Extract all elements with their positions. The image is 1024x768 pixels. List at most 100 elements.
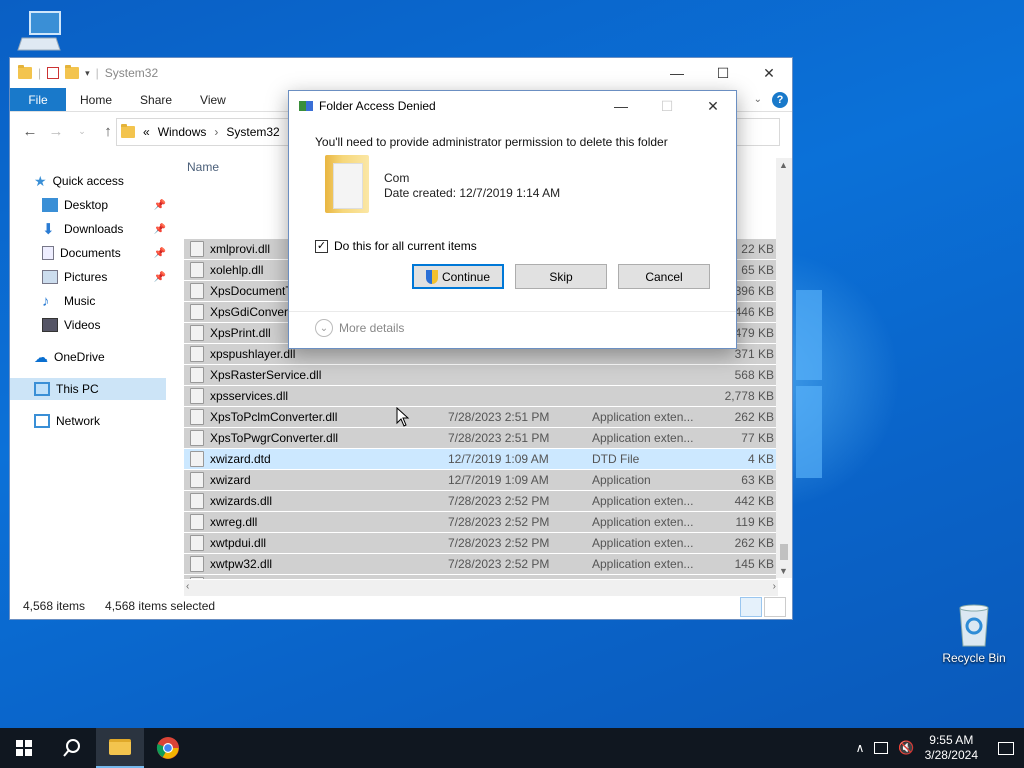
window-title: System32 bbox=[104, 66, 159, 80]
breadcrumb-windows[interactable]: Windows bbox=[158, 125, 207, 139]
clock[interactable]: 9:55 AM 3/28/2024 bbox=[925, 733, 978, 763]
folder-name: Com bbox=[384, 171, 410, 185]
tab-share[interactable]: Share bbox=[126, 88, 186, 111]
file-name: xwizard bbox=[210, 473, 251, 487]
scroll-right-icon[interactable]: › bbox=[773, 581, 776, 592]
network-icon[interactable] bbox=[874, 742, 889, 754]
divider bbox=[289, 311, 736, 312]
expand-ribbon-icon[interactable]: ⌄ bbox=[754, 94, 762, 105]
file-row[interactable]: zipcontainer.dll12/7/2019 1:08 AM Applica… bbox=[184, 575, 776, 579]
volume-muted-icon[interactable]: 🔇 bbox=[898, 740, 914, 756]
dialog-maximize-button[interactable]: ☐ bbox=[644, 91, 690, 121]
help-icon[interactable]: ? bbox=[772, 91, 788, 108]
tab-view[interactable]: View bbox=[186, 88, 240, 111]
scroll-up-icon[interactable]: ▲ bbox=[779, 160, 788, 170]
nav-downloads[interactable]: ⬇ Downloads 📌 bbox=[10, 218, 166, 240]
nav-onedrive[interactable]: ☁ OneDrive bbox=[10, 346, 166, 368]
pin-icon[interactable]: 📌 bbox=[154, 248, 166, 259]
folder-icon bbox=[18, 65, 32, 79]
skip-button[interactable]: Skip bbox=[515, 264, 607, 289]
file-name: xwtpw32.dll bbox=[210, 557, 273, 571]
taskbar-file-explorer[interactable] bbox=[96, 728, 144, 768]
file-row[interactable]: XpsToPwgrConverter.dll 7/28/2023 2:51 PM A… bbox=[184, 428, 776, 448]
explorer-titlebar[interactable]: | ▾ | System32 — ☐ ✕ bbox=[10, 58, 792, 88]
close-button[interactable]: ✕ bbox=[746, 58, 792, 88]
dialog-minimize-button[interactable]: — bbox=[598, 91, 644, 121]
dialog-titlebar[interactable]: Folder Access Denied — ☐ ✕ bbox=[289, 91, 736, 121]
back-arrow-icon[interactable]: ← bbox=[22, 123, 38, 140]
file-row[interactable]: XpsRasterService.dll 568 KB bbox=[184, 365, 776, 385]
computer-icon bbox=[17, 11, 61, 51]
mouse-cursor-icon bbox=[396, 407, 410, 427]
properties-icon[interactable] bbox=[47, 67, 60, 79]
scroll-down-icon[interactable]: ▼ bbox=[779, 566, 788, 576]
nav-network[interactable]: Network bbox=[10, 410, 166, 432]
chevron-down-icon[interactable]: ▾ bbox=[85, 68, 90, 79]
file-row[interactable]: xwtpw32.dll 7/28/2023 2:52 PM Application … bbox=[184, 554, 776, 574]
file-row[interactable]: xwreg.dll 7/28/2023 2:52 PM Application ex… bbox=[184, 512, 776, 532]
file-name: xpsservices.dll bbox=[210, 389, 289, 403]
file-row[interactable]: xwizard 12/7/2019 1:09 AM Application 63 KB bbox=[184, 470, 776, 490]
cancel-button[interactable]: Cancel bbox=[618, 264, 710, 289]
file-icon bbox=[190, 409, 204, 425]
large-icons-view-button[interactable] bbox=[764, 597, 786, 617]
folder-access-denied-dialog: Folder Access Denied — ☐ ✕ You'll need t… bbox=[288, 90, 737, 349]
checkbox[interactable]: ✓ bbox=[315, 239, 328, 253]
breadcrumb-system32[interactable]: System32 bbox=[226, 125, 279, 139]
taskbar: ∧ 🔇 9:55 AM 3/28/2024 bbox=[0, 728, 1024, 768]
continue-button[interactable]: Continue bbox=[412, 264, 504, 289]
notifications-icon[interactable] bbox=[998, 741, 1014, 755]
file-size: 63 KB bbox=[741, 473, 774, 487]
start-button[interactable] bbox=[0, 728, 48, 768]
scroll-left-icon[interactable]: ‹ bbox=[186, 581, 189, 592]
file-row[interactable]: xwtpdui.dll 7/28/2023 2:52 PM Application … bbox=[184, 533, 776, 553]
new-folder-icon[interactable] bbox=[65, 65, 80, 79]
recent-locations-icon[interactable]: ⌄ bbox=[74, 126, 90, 137]
tab-home[interactable]: Home bbox=[66, 88, 126, 111]
taskbar-chrome[interactable] bbox=[144, 728, 192, 768]
scrollbar-thumb[interactable] bbox=[780, 544, 788, 560]
file-row[interactable]: xwizard.dtd 12/7/2019 1:09 AM DTD File 4 KB bbox=[184, 449, 776, 469]
address-overflow[interactable]: « bbox=[143, 125, 150, 139]
nav-quick-access[interactable]: ★ Quick access bbox=[10, 170, 166, 192]
forward-arrow-icon[interactable]: → bbox=[48, 123, 64, 140]
pin-icon[interactable]: 📌 bbox=[154, 272, 166, 283]
nav-pictures[interactable]: Pictures 📌 bbox=[10, 266, 166, 288]
file-date: 7/28/2023 2:52 PM bbox=[448, 494, 550, 508]
nav-documents[interactable]: Documents 📌 bbox=[10, 242, 166, 264]
nav-desktop[interactable]: Desktop 📌 bbox=[10, 194, 166, 216]
more-details-toggle[interactable]: ⌄ More details bbox=[315, 319, 404, 337]
dialog-close-button[interactable]: ✕ bbox=[690, 91, 736, 121]
pin-icon[interactable]: 📌 bbox=[154, 200, 166, 211]
nav-music[interactable]: ♪ Music bbox=[10, 290, 166, 312]
search-button[interactable] bbox=[48, 728, 96, 768]
file-row[interactable]: xpsservices.dll 2,778 KB bbox=[184, 386, 776, 406]
do-for-all-checkbox[interactable]: ✓ Do this for all current items bbox=[315, 239, 477, 253]
file-row[interactable]: XpsToPclmConverter.dll 7/28/2023 2:51 PM A… bbox=[184, 407, 776, 427]
file-name: xpspushlayer.dll bbox=[210, 347, 296, 361]
minimize-button[interactable]: — bbox=[654, 58, 700, 88]
nav-this-pc[interactable]: This PC bbox=[10, 378, 166, 400]
tab-file[interactable]: File bbox=[10, 88, 66, 111]
file-icon bbox=[190, 346, 204, 362]
chevron-up-icon[interactable]: ∧ bbox=[856, 741, 865, 755]
column-header-name[interactable]: Name bbox=[187, 160, 219, 174]
desktop-icon-recycle-bin[interactable]: Recycle Bin bbox=[934, 602, 1014, 665]
desktop-icon-this-pc[interactable] bbox=[0, 8, 80, 57]
nav-videos[interactable]: Videos bbox=[10, 314, 166, 336]
file-type: Application exten... bbox=[592, 494, 694, 508]
file-type: Application exten... bbox=[592, 557, 694, 571]
checkmark-icon: ✓ bbox=[316, 239, 327, 252]
pin-icon[interactable]: 📌 bbox=[154, 224, 166, 235]
details-view-button[interactable] bbox=[740, 597, 762, 617]
dialog-message: You'll need to provide administrator per… bbox=[315, 135, 668, 149]
file-name: xwizard.dtd bbox=[210, 452, 271, 466]
computer-icon bbox=[34, 382, 50, 396]
file-row[interactable]: xwizards.dll 7/28/2023 2:52 PM Application… bbox=[184, 491, 776, 511]
vertical-scrollbar[interactable]: ▲ ▼ bbox=[776, 158, 792, 578]
file-size: 568 KB bbox=[734, 368, 774, 382]
chevron-right-icon[interactable]: › bbox=[214, 125, 218, 139]
maximize-button[interactable]: ☐ bbox=[700, 58, 746, 88]
folder-icon bbox=[121, 124, 135, 138]
up-arrow-icon[interactable]: ↑ bbox=[100, 123, 116, 140]
